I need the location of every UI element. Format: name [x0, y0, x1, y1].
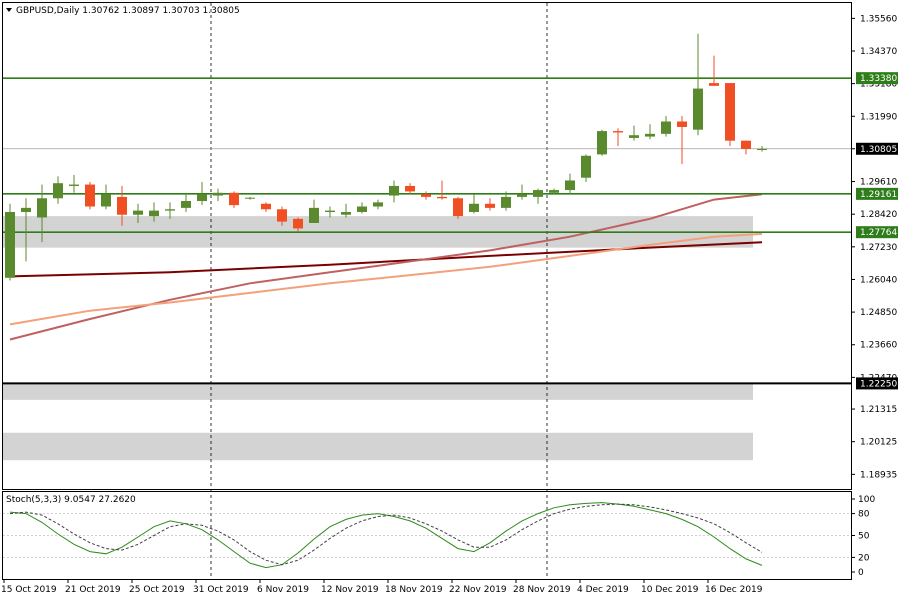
stoch-signal-line	[9, 503, 763, 566]
candle-body	[421, 194, 431, 197]
candle-body	[245, 197, 255, 199]
candle-body	[693, 88, 703, 130]
candle-body	[373, 202, 383, 207]
date-tick-label: 15 Oct 2019	[1, 585, 57, 595]
chart-window: 1.355601.343701.331801.319901.308051.296…	[0, 0, 900, 600]
price-tick-label: 1.34370	[860, 47, 897, 57]
candle-body	[341, 211, 351, 215]
candle-body	[197, 194, 207, 202]
candle-body	[101, 194, 111, 207]
stoch-tick-label: 0	[858, 568, 864, 578]
candle-body	[565, 180, 575, 191]
candle-body	[453, 198, 463, 217]
candle-body	[229, 192, 239, 206]
candle-body	[725, 83, 735, 141]
candle-body	[325, 210, 335, 212]
candle-body	[213, 192, 223, 196]
candle-body	[437, 196, 447, 199]
price-tick-label: 1.24850	[860, 308, 897, 318]
candle-body	[5, 211, 15, 278]
date-axis: 15 Oct 2019 21 Oct 2019 25 Oct 2019 31 Oct …	[1, 579, 763, 595]
price-tick-label: 1.21315	[860, 405, 897, 415]
date-tick-label: 18 Nov 2019	[385, 585, 443, 595]
candle-body	[741, 140, 751, 149]
candle-body	[757, 148, 767, 151]
candle-body	[661, 121, 671, 134]
price-tick-label: 1.31990	[860, 112, 897, 122]
chart-canvas: 1.355601.343701.331801.319901.308051.296…	[1, 2, 898, 595]
stochastic-layer: 100 80 50 20 0	[3, 495, 875, 578]
candle-body	[69, 184, 79, 186]
candle-body	[21, 207, 31, 212]
candle-body	[597, 131, 607, 155]
level-price-label: 1.29161	[860, 190, 897, 200]
stoch-tick-label: 50	[858, 532, 870, 542]
candle-body	[149, 210, 159, 217]
date-tick-label: 21 Oct 2019	[65, 585, 121, 595]
candle-body	[309, 207, 319, 223]
candle-body	[261, 203, 271, 210]
price-tick-label: 1.26040	[860, 275, 897, 285]
stoch-tick-label: 20	[858, 553, 870, 563]
price-tick-label: 1.35560	[860, 14, 897, 24]
candle-body	[181, 201, 191, 208]
moving-average-mid	[9, 193, 763, 341]
collapse-triangle-icon[interactable]	[6, 8, 12, 12]
candle-body	[533, 190, 543, 197]
candle-body	[501, 196, 511, 208]
stoch-tick-label: 100	[858, 495, 875, 505]
price-tick-label: 1.29610	[860, 178, 897, 188]
date-tick-label: 16 Dec 2019	[705, 585, 763, 595]
price-zone	[3, 432, 753, 461]
date-tick-label: 28 Nov 2019	[513, 585, 571, 595]
date-tick-label: 22 Nov 2019	[449, 585, 507, 595]
symbol-header: GBPUSD,Daily 1.30762 1.30897 1.30703 1.3…	[16, 6, 240, 16]
candle-body	[405, 185, 415, 192]
candle-body	[485, 203, 495, 208]
candle-body	[709, 83, 719, 86]
candle-body	[677, 121, 687, 127]
stoch-tick-label: 80	[858, 510, 870, 520]
candle-body	[629, 135, 639, 138]
candle-body	[37, 198, 47, 218]
date-tick-label: 4 Dec 2019	[577, 585, 629, 595]
stoch-main-line	[9, 502, 763, 569]
price-tick-label: 1.23660	[860, 341, 897, 351]
price-axis: 1.355601.343701.331801.319901.308051.296…	[851, 14, 898, 480]
candle-body	[133, 210, 143, 215]
candle-body	[549, 190, 559, 193]
candle-body	[469, 203, 479, 212]
price-tick-label: 1.28420	[860, 210, 897, 220]
stoch-label: Stoch(5,3,3) 9.0547 27.2620	[6, 495, 136, 505]
level-price-label: 1.27764	[860, 228, 897, 238]
candle-body	[53, 183, 63, 199]
date-tick-label: 25 Oct 2019	[129, 585, 185, 595]
date-tick-label: 12 Nov 2019	[321, 585, 379, 595]
candle-body	[85, 184, 95, 207]
date-tick-label: 6 Nov 2019	[257, 585, 309, 595]
candle-body	[645, 133, 655, 137]
moving-averages-layer	[9, 193, 763, 341]
level-price-label: 1.30805	[860, 145, 897, 155]
zones-layer	[3, 216, 753, 461]
price-tick-label: 1.27230	[860, 243, 897, 253]
candle-body	[165, 209, 175, 211]
price-zone	[3, 383, 753, 400]
candle-body	[581, 155, 591, 178]
candle-body	[517, 194, 527, 197]
date-tick-label: 31 Oct 2019	[193, 585, 249, 595]
price-tick-label: 1.20125	[860, 438, 897, 448]
price-tick-label: 1.18935	[860, 470, 897, 480]
candle-body	[293, 218, 303, 229]
candle-body	[277, 209, 287, 222]
level-price-label: 1.22250	[860, 379, 897, 389]
candle-body	[357, 206, 367, 212]
candle-body	[389, 185, 399, 196]
candle-body	[613, 131, 623, 133]
candle-body	[117, 196, 127, 215]
level-price-label: 1.33380	[860, 74, 897, 84]
date-tick-label: 10 Dec 2019	[641, 585, 699, 595]
